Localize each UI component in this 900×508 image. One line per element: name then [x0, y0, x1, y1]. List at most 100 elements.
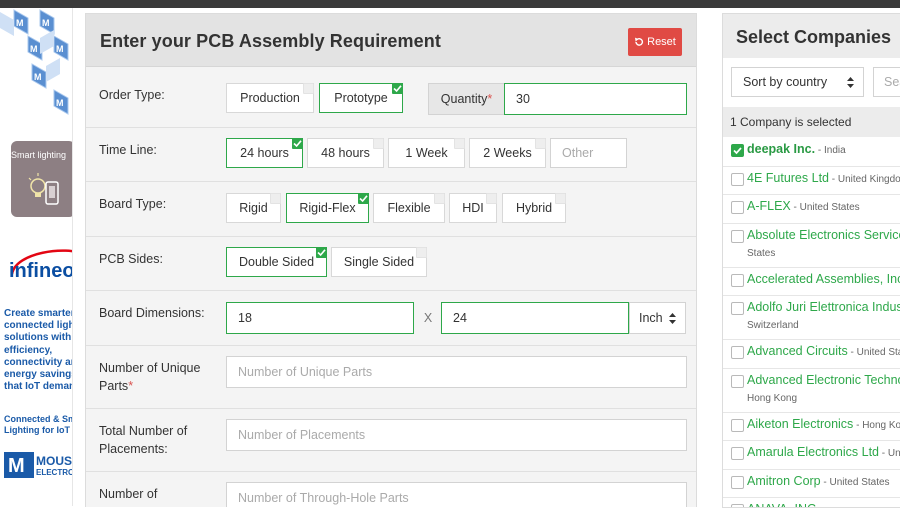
checkbox-icon	[555, 193, 566, 204]
check-icon	[316, 247, 327, 258]
board-type-flexible[interactable]: Flexible	[373, 193, 445, 223]
company-item[interactable]: ANAVA, INC	[723, 498, 900, 507]
company-name[interactable]: 4E Futures Ltd - United Kingdo	[747, 171, 900, 185]
timeline-2-weeks[interactable]: 2 Weeks	[469, 138, 546, 168]
company-country: States	[747, 247, 776, 259]
placements-input[interactable]: Number of Placements	[226, 419, 687, 451]
timeline-48-hours[interactable]: 48 hours	[307, 138, 384, 168]
company-name-text: Advanced Electronic Techno	[747, 372, 900, 387]
company-item[interactable]: Advanced Electronic Techno Hong Kong	[723, 369, 900, 413]
option-label: Prototype	[334, 91, 388, 105]
company-name-text: A-FLEX	[747, 199, 791, 213]
pcb-sides-single[interactable]: Single Sided	[331, 247, 427, 277]
select-arrows-icon	[668, 312, 676, 324]
unique-parts-placeholder: Number of Unique Parts	[238, 365, 373, 379]
company-search-input[interactable]: Sea	[873, 67, 900, 97]
board-type-hdi[interactable]: HDI	[449, 193, 497, 223]
company-name[interactable]: Amarula Electronics Ltd - Uni	[747, 445, 900, 459]
company-item[interactable]: Absolute Electronics Service States	[723, 224, 900, 268]
option-label: Single Sided	[343, 255, 415, 269]
checkbox-icon[interactable]	[731, 201, 744, 214]
svg-text:M: M	[34, 72, 42, 82]
company-name[interactable]: deepak Inc. - India	[747, 142, 846, 156]
company-item[interactable]: Aiketon Electronics - Hong Ko	[723, 413, 900, 441]
svg-text:infineon: infineon	[9, 260, 73, 282]
checkbox-icon	[416, 247, 427, 258]
company-name[interactable]: Advanced Electronic Techno	[747, 373, 900, 387]
checkbox-icon	[535, 138, 546, 149]
company-name[interactable]: Aiketon Electronics - Hong Ko	[747, 417, 900, 431]
order-type-prototype[interactable]: Prototype	[319, 83, 403, 113]
company-name[interactable]: A-FLEX - United States	[747, 199, 860, 213]
company-item[interactable]: deepak Inc. - India	[723, 138, 900, 167]
through-hole-label: Number of	[99, 487, 158, 501]
checkbox-icon[interactable]	[731, 273, 744, 287]
infineon-logo: infineon	[9, 249, 73, 282]
unit-select[interactable]: Inch	[629, 302, 686, 334]
checkbox-icon[interactable]	[731, 374, 744, 388]
selected-count: 1 Company is selected	[723, 107, 900, 137]
dimension-separator: X	[423, 311, 433, 325]
company-item[interactable]: Amarula Electronics Ltd - Uni	[723, 441, 900, 470]
company-country: Switzerland	[747, 320, 799, 331]
company-item[interactable]: 4E Futures Ltd - United Kingdo	[723, 167, 900, 195]
quantity-input[interactable]: 30	[504, 83, 687, 115]
placements-label: Total Number of Placements:	[99, 424, 188, 456]
unique-parts-input[interactable]: Number of Unique Parts	[226, 356, 687, 388]
ad-copy-text: Create smarter connected lighting soluti…	[4, 308, 73, 393]
undo-icon	[635, 37, 644, 46]
checkbox-icon[interactable]	[731, 418, 744, 432]
company-country: - Uni	[881, 448, 900, 459]
order-type-production[interactable]: Production	[226, 83, 314, 113]
svg-text:M: M	[8, 455, 25, 477]
left-advertisement[interactable]: M M M M M M Smart lighting infineon Create …	[0, 8, 73, 506]
checkbox-icon[interactable]	[731, 229, 744, 243]
company-name[interactable]: Advanced Circuits - United Sta	[747, 344, 900, 358]
timeline-24-hours[interactable]: 24 hours	[226, 138, 303, 168]
option-label: HDI	[462, 201, 484, 215]
board-type-rigid[interactable]: Rigid	[226, 193, 281, 223]
checkbox-icon	[303, 83, 314, 94]
reset-button[interactable]: Reset	[628, 28, 682, 56]
board-height-value: 24	[453, 311, 467, 325]
company-name[interactable]: Absolute Electronics Service	[747, 228, 900, 242]
company-name-text: Adolfo Juri Elettronica Indus	[747, 300, 900, 314]
sort-by-select[interactable]: Sort by country	[731, 67, 864, 97]
board-width-input[interactable]: 18	[226, 302, 414, 334]
company-name[interactable]: Adolfo Juri Elettronica Indus	[747, 300, 900, 314]
company-name[interactable]: Accelerated Assemblies, Inc	[747, 272, 900, 286]
svg-text:M: M	[42, 18, 50, 28]
sort-label: Sort by country	[743, 75, 828, 89]
page-title: Enter your PCB Assembly Requirement	[100, 31, 441, 51]
company-item[interactable]: Accelerated Assemblies, Inc	[723, 268, 900, 296]
checkbox-icon[interactable]	[731, 447, 744, 460]
company-country: - United Kingdo	[829, 173, 900, 185]
company-item[interactable]: Advanced Circuits - United Sta	[723, 340, 900, 369]
other-placeholder: Other	[562, 146, 594, 160]
checkbox-icon[interactable]	[731, 504, 744, 507]
checkbox-icon[interactable]	[731, 172, 744, 186]
board-height-input[interactable]: 24	[441, 302, 629, 334]
checkbox-icon	[270, 193, 281, 204]
company-name-text: Amitron Corp	[747, 473, 821, 488]
timeline-1-week[interactable]: 1 Week	[388, 138, 465, 168]
company-name[interactable]: Amitron Corp - United States	[747, 474, 890, 488]
company-country: - India	[815, 145, 846, 156]
board-type-hybrid[interactable]: Hybrid	[502, 193, 566, 223]
pcb-sides-double[interactable]: Double Sided	[226, 247, 327, 277]
company-item[interactable]: Adolfo Juri Elettronica Indus Switzerland	[723, 296, 900, 340]
option-label: Double Sided	[238, 255, 315, 269]
svg-text:M: M	[56, 44, 64, 54]
checkbox-icon[interactable]	[731, 475, 744, 489]
company-name[interactable]: ANAVA, INC	[747, 502, 816, 507]
company-item[interactable]: A-FLEX - United States	[723, 195, 900, 224]
checkbox-icon[interactable]	[731, 346, 744, 359]
timeline-other-input[interactable]: Other	[550, 138, 627, 168]
company-name-text: Amarula Electronics Ltd	[747, 445, 880, 459]
checkbox-icon[interactable]	[731, 302, 744, 315]
checkbox-checked-icon[interactable]	[731, 144, 744, 157]
board-type-rigid-flex[interactable]: Rigid-Flex	[286, 193, 369, 223]
company-item[interactable]: Amitron Corp - United States	[723, 470, 900, 498]
company-country: - United States	[820, 476, 890, 488]
through-hole-input[interactable]: Number of Through-Hole Parts	[226, 482, 687, 507]
